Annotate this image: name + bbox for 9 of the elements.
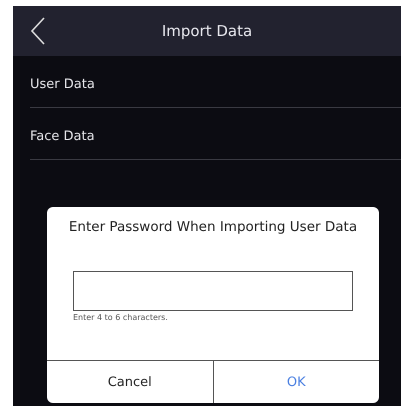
password-field[interactable] xyxy=(73,271,353,311)
hint-text: Enter 4 to 6 characters. xyxy=(73,313,169,322)
screen-title: Import Data xyxy=(162,22,252,40)
cancel-button[interactable]: Cancel xyxy=(47,361,212,403)
back-icon[interactable] xyxy=(31,17,45,45)
menu-item[interactable]: User Data xyxy=(30,56,401,108)
ok-button[interactable]: OK xyxy=(212,361,379,403)
menu-item[interactable]: Face Data xyxy=(30,108,401,160)
dialog-title: Enter Password When Importing User Data xyxy=(68,218,358,235)
